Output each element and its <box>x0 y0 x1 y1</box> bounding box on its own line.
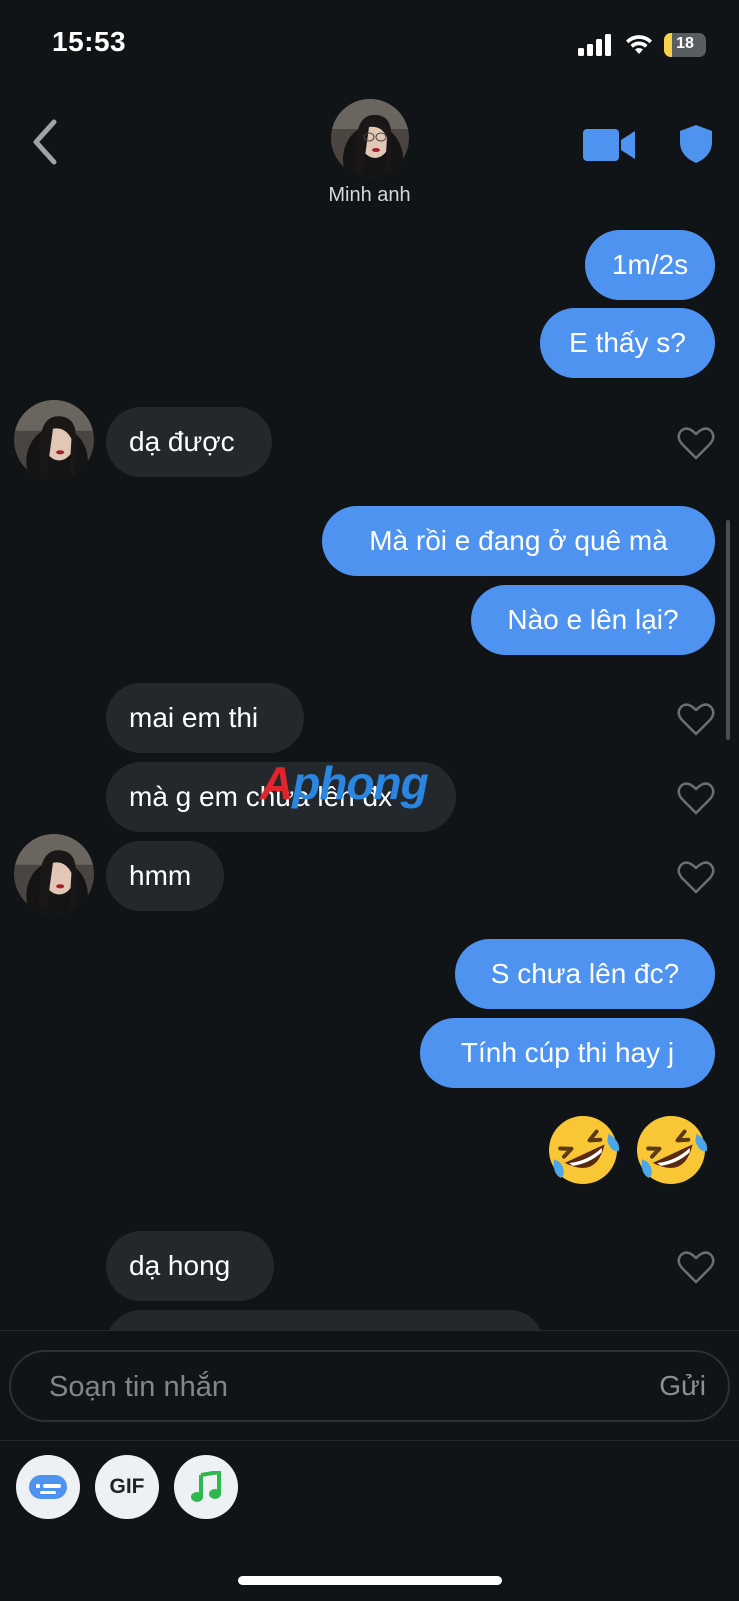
wifi-icon <box>626 35 652 54</box>
like-button[interactable] <box>677 860 715 894</box>
like-button[interactable] <box>677 781 715 815</box>
divider <box>0 1440 739 1441</box>
heart-icon <box>677 861 715 894</box>
quick-reply-button[interactable] <box>16 1455 80 1519</box>
message-outgoing[interactable]: Tính cúp thi hay j <box>420 1018 715 1088</box>
heart-icon <box>677 782 715 815</box>
signal-icon <box>578 34 611 56</box>
keyboard-card-icon <box>29 1475 67 1499</box>
music-note-icon <box>191 1471 221 1502</box>
contact-avatar[interactable] <box>331 99 409 177</box>
contact-avatar[interactable] <box>14 400 94 480</box>
gif-label: GIF <box>109 1475 145 1498</box>
video-call-button[interactable] <box>583 128 635 162</box>
message-outgoing[interactable]: S chưa lên đc? <box>455 939 715 1009</box>
heart-icon <box>677 1251 715 1284</box>
chevron-left-icon <box>33 119 57 165</box>
home-indicator[interactable] <box>238 1576 502 1585</box>
send-button[interactable]: Gửi <box>659 1352 706 1420</box>
rolling-laughing-emoji[interactable] <box>633 1112 709 1188</box>
heart-icon <box>677 703 715 736</box>
contact-avatar[interactable] <box>14 834 94 914</box>
message-outgoing[interactable]: E thấy s? <box>540 308 715 378</box>
message-outgoing[interactable]: 1m/2s <box>585 230 715 300</box>
message-incoming[interactable]: hmm <box>106 841 224 911</box>
gif-button[interactable]: GIF <box>95 1455 159 1519</box>
message-incoming[interactable]: mai em thi <box>106 683 304 753</box>
message-composer[interactable]: Gửi <box>9 1350 730 1422</box>
message-outgoing[interactable]: Mà rồi e đang ở quê mà <box>322 506 715 576</box>
battery-level: 18 <box>676 35 694 52</box>
contact-name[interactable]: Minh anh <box>250 184 489 207</box>
video-camera-icon <box>583 129 635 161</box>
back-button[interactable] <box>28 118 64 166</box>
safety-button[interactable] <box>679 124 713 164</box>
music-button[interactable] <box>174 1455 238 1519</box>
scrollbar[interactable] <box>726 520 730 740</box>
message-input[interactable] <box>47 1352 591 1422</box>
like-button[interactable] <box>677 702 715 736</box>
status-time: 15:53 <box>52 26 127 57</box>
message-incoming[interactable]: dạ được <box>106 407 272 477</box>
watermark: Aphong <box>260 757 429 809</box>
rolling-laughing-emoji[interactable] <box>545 1112 621 1188</box>
like-button[interactable] <box>677 426 715 460</box>
shield-icon <box>680 125 712 163</box>
battery-indicator: 18 <box>664 33 706 57</box>
heart-icon <box>677 427 715 460</box>
message-outgoing[interactable]: Nào e lên lại? <box>471 585 715 655</box>
message-incoming[interactable]: dạ hong <box>106 1231 274 1301</box>
like-button[interactable] <box>677 1250 715 1284</box>
